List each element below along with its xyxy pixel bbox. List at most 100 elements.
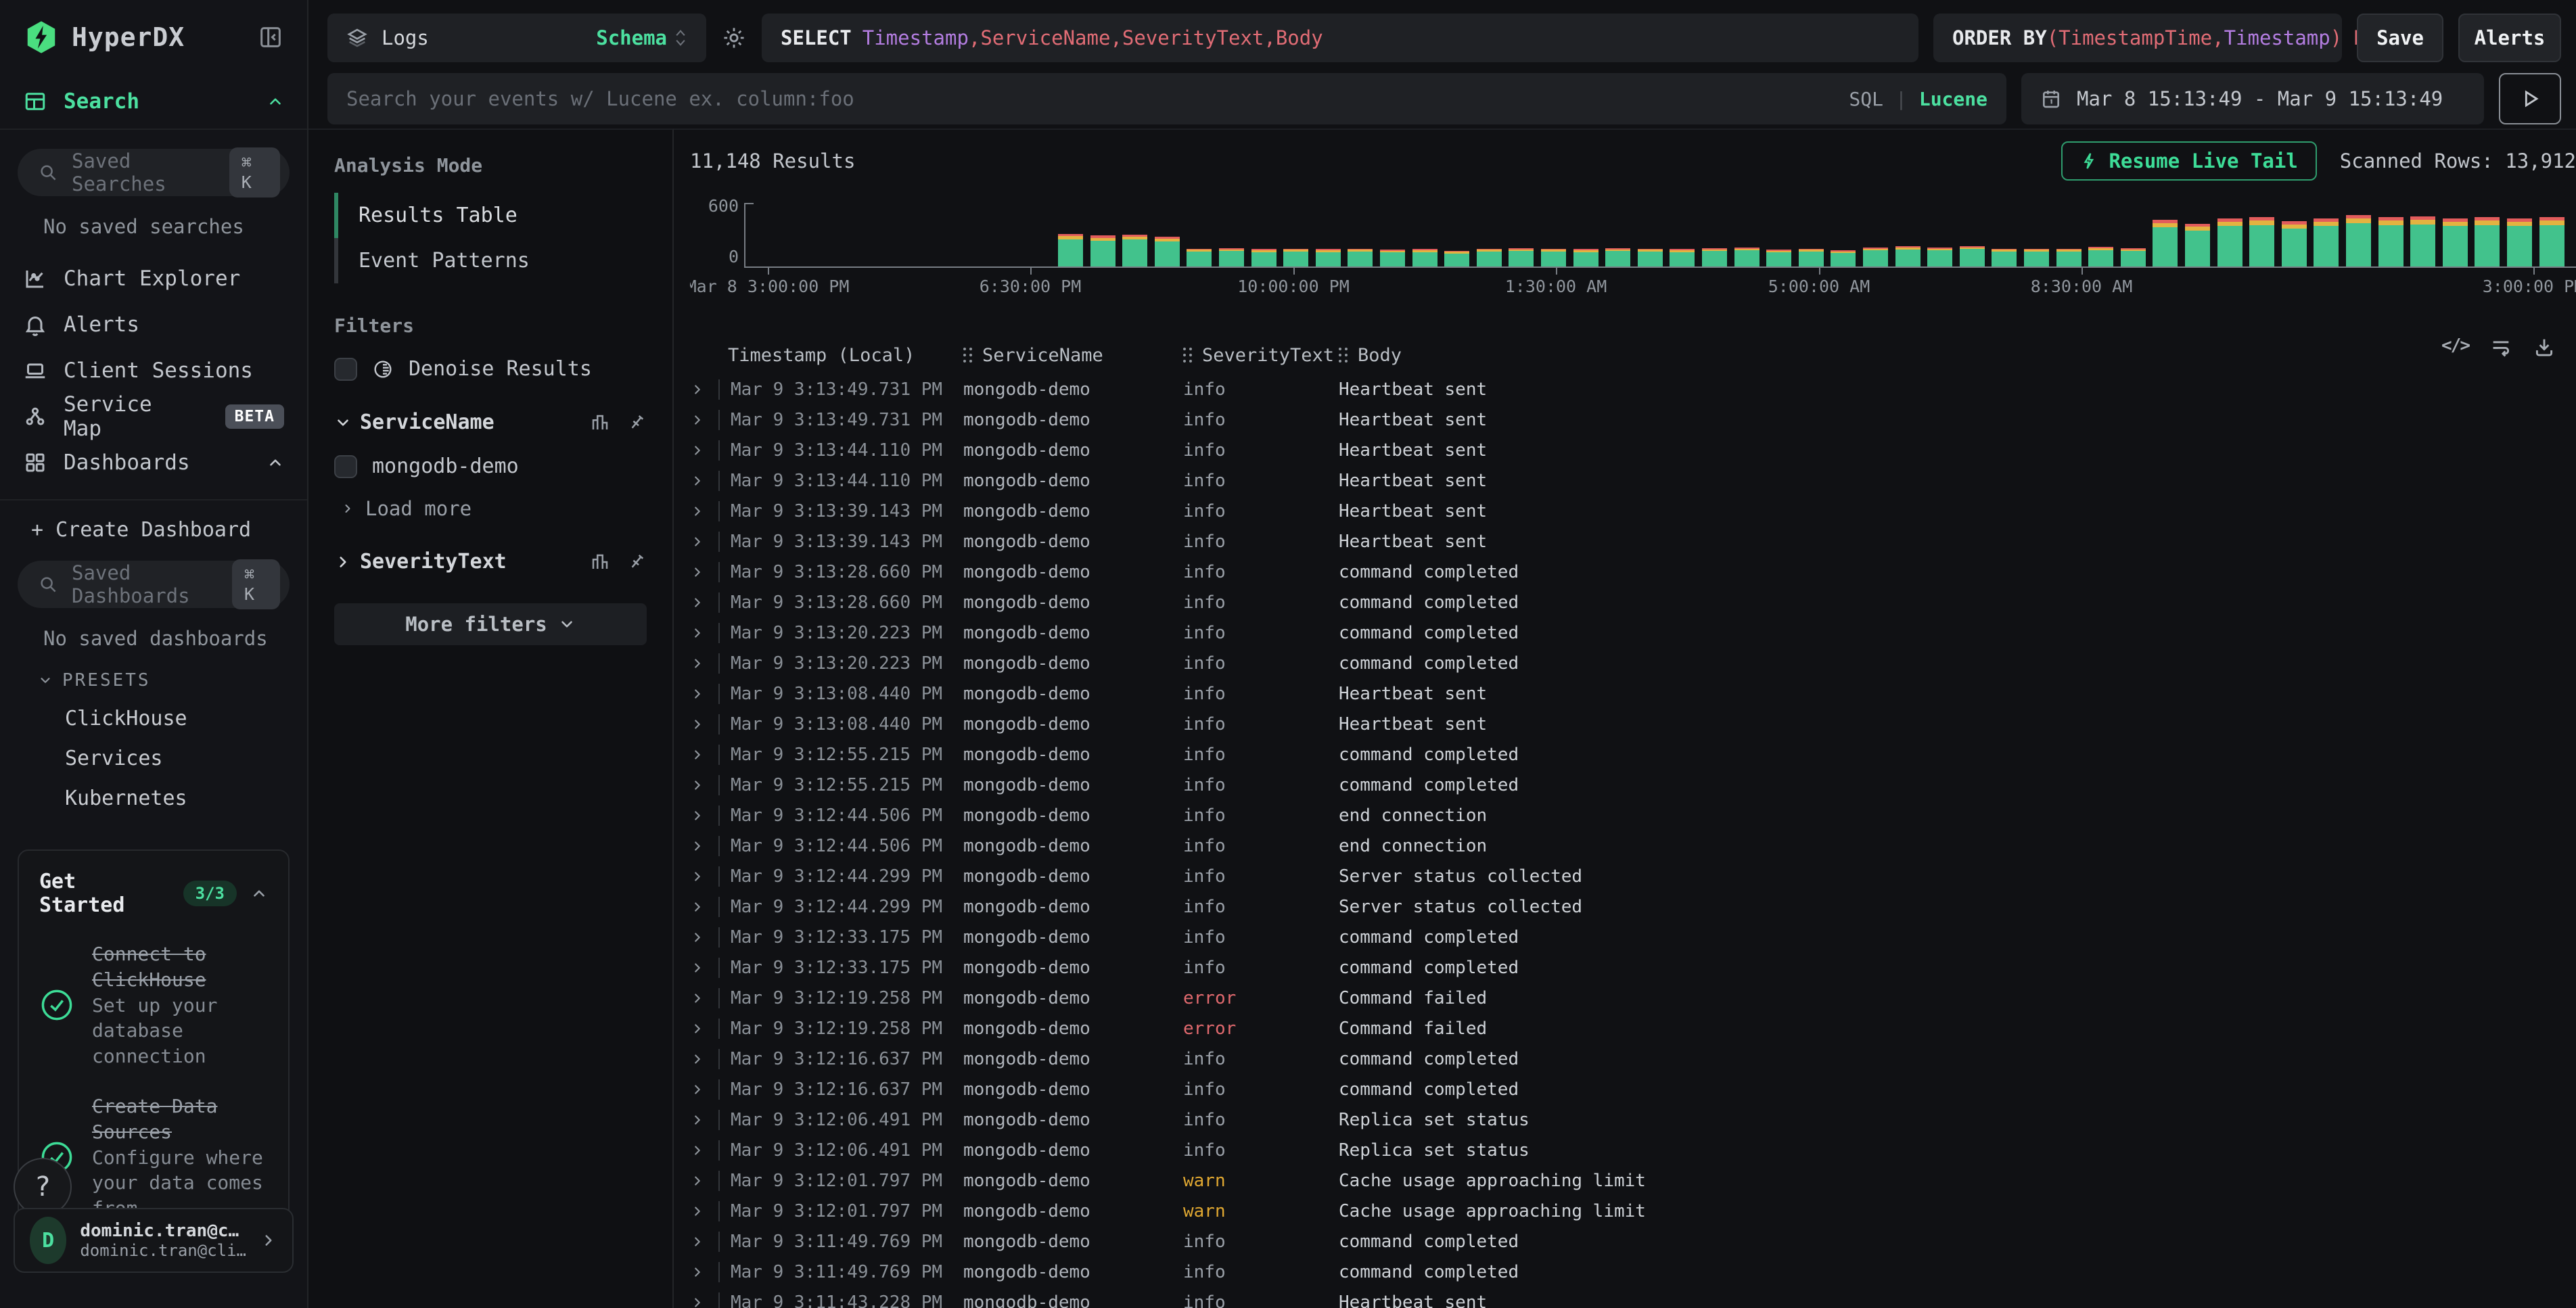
get-started-item[interactable]: Connect to ClickHouse Set up your databa… <box>39 941 268 1069</box>
histogram-bar[interactable] <box>1122 235 1147 266</box>
histogram-bar[interactable] <box>2217 218 2242 266</box>
sidebar-item-search[interactable]: Search <box>0 74 307 129</box>
preset-services[interactable]: Services <box>65 747 307 770</box>
table-row[interactable]: Mar 9 3:12:33.175 PMmongodb-demoinfocomm… <box>674 952 2576 983</box>
filter-group-severitytext[interactable]: SeverityText <box>334 550 647 574</box>
table-row[interactable]: Mar 9 3:12:16.637 PMmongodb-demoinfocomm… <box>674 1074 2576 1104</box>
histogram-bar[interactable] <box>2056 249 2082 266</box>
presets-header[interactable]: PRESETS <box>38 670 307 691</box>
table-row[interactable]: Mar 9 3:12:33.175 PMmongodb-demoinfocomm… <box>674 922 2576 952</box>
col-servicename[interactable]: ServiceName <box>963 345 1183 366</box>
chart-icon[interactable] <box>590 552 610 572</box>
histogram-bar[interactable] <box>2507 218 2532 266</box>
pin-icon[interactable] <box>626 552 647 572</box>
table-row[interactable]: Mar 9 3:13:28.660 PMmongodb-demoinfocomm… <box>674 557 2576 587</box>
histogram-bar[interactable] <box>2475 217 2500 266</box>
histogram-bar[interactable] <box>2410 216 2435 266</box>
histogram-bar[interactable] <box>1509 248 1534 266</box>
histogram-bar[interactable] <box>1895 246 1920 266</box>
histogram-bar[interactable] <box>1638 249 1663 266</box>
table-row[interactable]: Mar 9 3:12:55.215 PMmongodb-demoinfocomm… <box>674 770 2576 800</box>
histogram-bar[interactable] <box>2378 217 2404 266</box>
drag-handle-icon[interactable] <box>1339 348 1350 363</box>
histogram-bar[interactable] <box>2314 218 2339 266</box>
mongodb-demo-checkbox[interactable] <box>334 455 357 478</box>
histogram-bar[interactable] <box>1316 249 1341 266</box>
table-row[interactable]: Mar 9 3:12:44.506 PMmongodb-demoinfoend … <box>674 800 2576 831</box>
histogram-bar[interactable] <box>1927 248 1952 266</box>
histogram-bar[interactable] <box>1863 248 1888 266</box>
histogram-bar[interactable] <box>1992 249 2017 266</box>
chart-icon[interactable] <box>590 413 610 433</box>
table-row[interactable]: Mar 9 3:13:08.440 PMmongodb-demoinfoHear… <box>674 678 2576 709</box>
collapse-sidebar-icon[interactable] <box>257 24 284 51</box>
filter-value-mongodb-demo[interactable]: mongodb-demo <box>334 454 647 478</box>
select-clause-input[interactable]: SELECT Timestamp,ServiceName,SeverityTex… <box>762 14 1918 62</box>
table-row[interactable]: Mar 9 3:13:39.143 PMmongodb-demoinfoHear… <box>674 496 2576 526</box>
order-by-input[interactable]: ORDER BY (TimestampTime, Timestamp) DESC <box>1933 14 2342 62</box>
histogram-bar[interactable] <box>2539 217 2564 266</box>
histogram-bar[interactable] <box>2249 217 2274 266</box>
create-dashboard-button[interactable]: + Create Dashboard <box>0 500 307 542</box>
table-row[interactable]: Mar 9 3:12:44.299 PMmongodb-demoinfoServ… <box>674 891 2576 922</box>
event-search-input[interactable]: Search your events w/ Lucene ex. column:… <box>327 73 2006 124</box>
wrap-lines-icon[interactable] <box>2489 335 2512 358</box>
code-view-icon[interactable]: </> <box>2441 335 2469 358</box>
table-row[interactable]: Mar 9 3:13:20.223 PMmongodb-demoinfocomm… <box>674 648 2576 678</box>
sidebar-item-service-map[interactable]: Service Map BETA <box>0 394 307 440</box>
table-row[interactable]: Mar 9 3:13:44.110 PMmongodb-demoinfoHear… <box>674 465 2576 496</box>
table-row[interactable]: Mar 9 3:13:20.223 PMmongodb-demoinfocomm… <box>674 617 2576 648</box>
table-row[interactable]: Mar 9 3:13:49.731 PMmongodb-demoinfoHear… <box>674 404 2576 435</box>
histogram-bar[interactable] <box>1670 249 1695 266</box>
histogram-bar[interactable] <box>1702 248 1727 266</box>
load-more-button[interactable]: Load more <box>341 497 647 520</box>
saved-searches-input[interactable]: Saved Searches ⌘ K <box>18 149 290 196</box>
histogram-bar[interactable] <box>1541 249 1566 266</box>
schema-select[interactable]: Schema <box>596 26 687 49</box>
histogram-bar[interactable] <box>2346 215 2371 266</box>
histogram-bar[interactable] <box>1444 251 1469 266</box>
table-row[interactable]: Mar 9 3:13:39.143 PMmongodb-demoinfoHear… <box>674 526 2576 557</box>
table-row[interactable]: Mar 9 3:11:43.228 PMmongodb-demoinfoHear… <box>674 1287 2576 1308</box>
histogram-bar[interactable] <box>2024 249 2049 266</box>
histogram-bar[interactable] <box>1348 249 1373 266</box>
histogram-bar[interactable] <box>1187 249 1212 266</box>
more-filters-button[interactable]: More filters <box>334 603 647 645</box>
save-button[interactable]: Save <box>2357 14 2443 62</box>
table-row[interactable]: Mar 9 3:12:19.258 PMmongodb-demoerrorCom… <box>674 1013 2576 1044</box>
query-language-toggle[interactable]: SQL | Lucene <box>1849 88 1987 110</box>
sidebar-item-chart-explorer[interactable]: Chart Explorer <box>0 256 307 302</box>
table-row[interactable]: Mar 9 3:13:08.440 PMmongodb-demoinfoHear… <box>674 709 2576 739</box>
table-row[interactable]: Mar 9 3:12:19.258 PMmongodb-demoerrorCom… <box>674 983 2576 1013</box>
histogram-bar[interactable] <box>1058 234 1083 266</box>
run-query-button[interactable] <box>2499 73 2561 124</box>
histogram-bar[interactable] <box>2185 224 2210 266</box>
resume-live-tail-button[interactable]: Resume Live Tail <box>2061 141 2316 181</box>
table-row[interactable]: Mar 9 3:11:49.769 PMmongodb-demoinfocomm… <box>674 1226 2576 1257</box>
source-selector[interactable]: Logs Schema <box>327 14 706 62</box>
table-row[interactable]: Mar 9 3:12:44.506 PMmongodb-demoinfoend … <box>674 831 2576 861</box>
table-row[interactable]: Mar 9 3:12:16.637 PMmongodb-demoinfocomm… <box>674 1044 2576 1074</box>
sidebar-item-dashboards[interactable]: Dashboards <box>0 440 307 486</box>
histogram-bar[interactable] <box>1605 248 1630 266</box>
histogram-bar[interactable] <box>2443 218 2468 266</box>
table-row[interactable]: Mar 9 3:12:55.215 PMmongodb-demoinfocomm… <box>674 739 2576 770</box>
sidebar-item-client-sessions[interactable]: Client Sessions <box>0 348 307 394</box>
histogram-bar[interactable] <box>1251 249 1276 266</box>
chevron-up-icon[interactable] <box>250 885 268 902</box>
histogram-bar[interactable] <box>1090 235 1116 266</box>
table-row[interactable]: Mar 9 3:13:44.110 PMmongodb-demoinfoHear… <box>674 435 2576 465</box>
histogram-bar[interactable] <box>1766 250 1791 266</box>
histogram-bar[interactable] <box>1283 249 1308 266</box>
histogram-bar[interactable] <box>1960 246 1985 266</box>
alerts-button[interactable]: Alerts <box>2458 14 2561 62</box>
denoise-checkbox[interactable] <box>334 358 357 381</box>
table-row[interactable]: Mar 9 3:13:28.660 PMmongodb-demoinfocomm… <box>674 587 2576 617</box>
get-started-item[interactable]: Create Data Sources Configure where your… <box>39 1094 268 1221</box>
table-row[interactable]: Mar 9 3:12:01.797 PMmongodb-demowarnCach… <box>674 1165 2576 1196</box>
table-row[interactable]: Mar 9 3:12:06.491 PMmongodb-demoinfoRepl… <box>674 1104 2576 1135</box>
histogram-bar[interactable] <box>2153 220 2178 266</box>
sidebar-item-alerts[interactable]: Alerts <box>0 302 307 348</box>
histogram-bar[interactable] <box>2282 221 2307 266</box>
histogram-bar[interactable] <box>1155 237 1180 266</box>
